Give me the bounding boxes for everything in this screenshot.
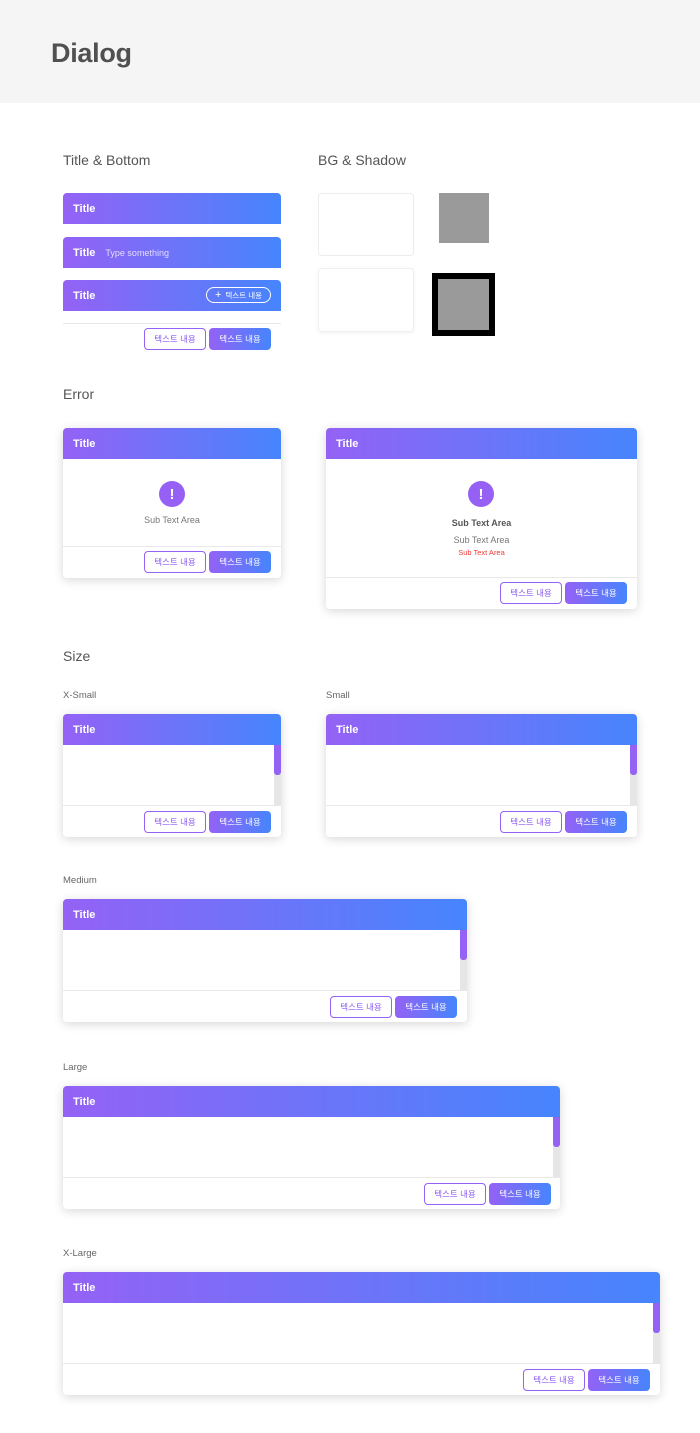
secondary-button[interactable]: 텍스트 내용 (500, 582, 562, 604)
bg-sample-shadow (318, 268, 414, 332)
size-label-small: Small (326, 690, 350, 701)
primary-button[interactable]: 텍스트 내용 (489, 1183, 551, 1205)
footer-divider (63, 990, 467, 991)
dialog-medium: Title 텍스트 내용 텍스트 내용 (63, 899, 467, 1022)
primary-button[interactable]: 텍스트 내용 (209, 551, 271, 573)
scrollbar[interactable] (274, 745, 281, 805)
size-label-xlarge: X-Large (63, 1248, 97, 1259)
dialog-xlarge: Title 텍스트 내용 텍스트 내용 (63, 1272, 660, 1395)
dialog-large: Title 텍스트 내용 텍스트 내용 (63, 1086, 560, 1209)
scrollbar[interactable] (460, 930, 467, 990)
footer-divider (63, 805, 281, 806)
dialog-header: Title (326, 428, 637, 459)
title-input-placeholder[interactable]: Type something (105, 248, 169, 258)
error-sub-text: Sub Text Area (453, 535, 510, 545)
bg-sample-grey (439, 193, 489, 243)
bg-sample-grey-bordered (432, 273, 495, 336)
dialog-header: Title (326, 714, 637, 745)
footer-divider (326, 805, 637, 806)
scrollbar[interactable] (553, 1117, 560, 1177)
dialog-header: Title (63, 899, 467, 930)
section-title-error: Error (63, 386, 95, 402)
error-dialog-small: Title ! Sub Text Area 텍스트 내용 텍스트 내용 (63, 428, 281, 578)
secondary-button[interactable]: 텍스트 내용 (500, 811, 562, 833)
add-button-label: 텍스트 내용 (225, 290, 262, 300)
secondary-button[interactable]: 텍스트 내용 (144, 328, 206, 350)
dialog-title: Title (336, 723, 359, 736)
title-bar-with-input: Title Type something (63, 237, 281, 268)
section-title-title-bottom: Title & Bottom (63, 152, 151, 168)
page-title: Dialog (51, 38, 132, 68)
title-bar-with-button: Title + 텍스트 내용 (63, 280, 281, 311)
size-label-medium: Medium (63, 875, 97, 886)
secondary-button[interactable]: 텍스트 내용 (330, 996, 392, 1018)
scrollbar-thumb[interactable] (460, 930, 467, 960)
footer-divider (63, 1363, 660, 1364)
scrollbar-thumb[interactable] (630, 745, 637, 775)
scrollbar[interactable] (630, 745, 637, 805)
dialog-title: Title (73, 289, 96, 302)
error-bold-text: Sub Text Area (451, 518, 512, 528)
section-title-size: Size (63, 648, 91, 664)
alert-icon: ! (159, 481, 185, 507)
scrollbar[interactable] (653, 1303, 660, 1363)
dialog-title: Title (73, 202, 96, 215)
alert-icon: ! (468, 481, 494, 507)
bg-sample-border (318, 193, 414, 256)
plus-icon: + (214, 288, 222, 301)
primary-button[interactable]: 텍스트 내용 (565, 582, 627, 604)
error-red-text: Sub Text Area (458, 548, 505, 557)
primary-button[interactable]: 텍스트 내용 (209, 328, 271, 350)
scrollbar-thumb[interactable] (653, 1303, 660, 1333)
secondary-button[interactable]: 텍스트 내용 (523, 1369, 585, 1391)
scrollbar-thumb[interactable] (274, 745, 281, 775)
title-bar-plain: Title (63, 193, 281, 224)
dialog-title: Title (73, 1095, 96, 1108)
add-button[interactable]: + 텍스트 내용 (205, 287, 271, 303)
size-label-xsmall: X-Small (63, 690, 97, 701)
secondary-button[interactable]: 텍스트 내용 (424, 1183, 486, 1205)
primary-button[interactable]: 텍스트 내용 (588, 1369, 650, 1391)
section-title-bg-shadow: BG & Shadow (318, 152, 406, 168)
dialog-title: Title (73, 246, 96, 259)
footer-divider (63, 546, 281, 547)
footer-divider (63, 323, 281, 324)
secondary-button[interactable]: 텍스트 내용 (144, 811, 206, 833)
dialog-title: Title (73, 723, 96, 736)
dialog-xsmall: Title 텍스트 내용 텍스트 내용 (63, 714, 281, 837)
dialog-title: Title (73, 437, 96, 450)
dialog-title: Title (73, 1281, 96, 1294)
dialog-header: Title (63, 1272, 660, 1303)
dialog-header: Title (63, 428, 281, 459)
primary-button[interactable]: 텍스트 내용 (209, 811, 271, 833)
primary-button[interactable]: 텍스트 내용 (565, 811, 627, 833)
footer-divider (63, 1177, 560, 1178)
error-dialog-detailed: Title ! Sub Text Area Sub Text Area Sub … (326, 428, 637, 609)
dialog-header: Title (63, 1086, 560, 1117)
footer-divider (326, 577, 637, 578)
dialog-header: Title (63, 714, 281, 745)
secondary-button[interactable]: 텍스트 내용 (144, 551, 206, 573)
dialog-title: Title (73, 908, 96, 921)
error-sub-text: Sub Text Area (144, 515, 200, 525)
primary-button[interactable]: 텍스트 내용 (395, 996, 457, 1018)
dialog-title: Title (336, 437, 359, 450)
size-label-large: Large (63, 1062, 88, 1073)
scrollbar-thumb[interactable] (553, 1117, 560, 1147)
dialog-small: Title 텍스트 내용 텍스트 내용 (326, 714, 637, 837)
